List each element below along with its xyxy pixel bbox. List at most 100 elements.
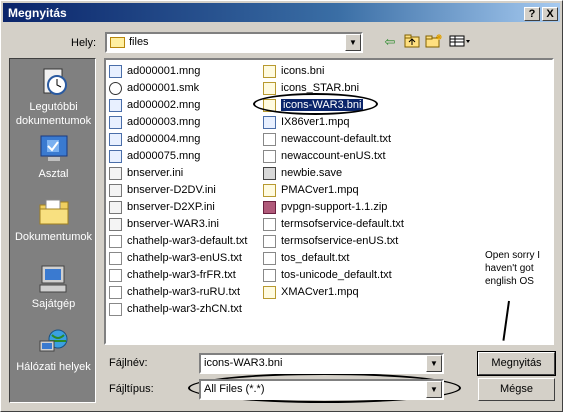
mng-file-icon — [109, 65, 122, 78]
place-recent-documents[interactable]: Legutóbbi dokumentumok — [10, 67, 97, 128]
mng-file-icon — [109, 99, 122, 112]
my-documents-icon — [38, 197, 70, 227]
filename-input[interactable]: icons-WAR3.bni — [204, 357, 282, 369]
file-name: termsofservice-enUS.txt — [281, 235, 399, 247]
window-title: Megnyitás — [8, 6, 67, 20]
file-name: IX86ver1.mpq — [281, 116, 350, 128]
file-name: tos_default.txt — [281, 252, 350, 264]
file-name: ad000003.mng — [127, 116, 201, 128]
my-computer-icon — [38, 264, 70, 294]
txt-file-icon — [109, 269, 122, 282]
place-my-computer[interactable]: Sajátgép — [10, 264, 97, 311]
txt-file-icon — [263, 218, 276, 231]
file-name: chathelp-war3-enUS.txt — [127, 252, 242, 264]
bni-file-icon — [263, 286, 276, 299]
filetype-combo[interactable]: All Files (*.*) ▼ — [199, 379, 444, 400]
ini-file-icon — [109, 201, 122, 214]
up-folder-icon[interactable] — [403, 34, 421, 50]
filetype-value: All Files (*.*) — [204, 383, 265, 395]
file-item[interactable]: ad000001.mng — [109, 63, 247, 80]
file-item[interactable]: bnserver.ini — [109, 165, 247, 182]
file-item[interactable]: icons.bni — [263, 63, 404, 80]
file-item[interactable]: ad000002.mng — [109, 97, 247, 114]
file-item[interactable]: PMACver1.mpq — [263, 182, 404, 199]
file-item[interactable]: chathelp-war3-zhCN.txt — [109, 301, 247, 318]
file-name: chathelp-war3-zhCN.txt — [127, 303, 242, 315]
smk-file-icon — [109, 82, 122, 95]
chevron-down-icon[interactable]: ▼ — [426, 381, 442, 398]
txt-file-icon — [109, 235, 122, 248]
open-button[interactable]: Megnyitás — [477, 351, 556, 376]
lookin-value: files — [129, 36, 149, 48]
file-item[interactable]: ad000003.mng — [109, 114, 247, 131]
annotation-note: Open sorry I haven't got english OS — [485, 250, 541, 287]
file-item[interactable]: chathelp-war3-frFR.txt — [109, 267, 247, 284]
file-name: bnserver-WAR3.ini — [127, 218, 219, 230]
file-item[interactable]: bnserver-D2XP.ini — [109, 199, 247, 216]
file-item[interactable]: newaccount-enUS.txt — [263, 148, 404, 165]
bni-file-icon — [263, 184, 276, 197]
file-name: bnserver.ini — [127, 167, 184, 179]
file-name: pvpgn-support-1.1.zip — [281, 201, 388, 213]
title-bar[interactable]: Megnyitás ? X — [3, 3, 560, 22]
file-item[interactable]: ad000004.mng — [109, 131, 247, 148]
file-item[interactable]: chathelp-war3-ruRU.txt — [109, 284, 247, 301]
file-item[interactable]: IX86ver1.mpq — [263, 114, 404, 131]
view-menu-icon[interactable] — [448, 34, 472, 50]
lookin-dropdown[interactable]: files ▼ — [105, 32, 363, 53]
file-name: termsofservice-default.txt — [281, 218, 404, 230]
chevron-down-icon[interactable]: ▼ — [345, 34, 361, 51]
txt-file-icon — [263, 150, 276, 163]
bni-file-icon — [263, 82, 276, 95]
file-name: newaccount-default.txt — [281, 133, 392, 145]
chevron-down-icon[interactable]: ▼ — [426, 355, 442, 372]
ini-file-icon — [109, 167, 122, 180]
file-name: chathelp-war3-ruRU.txt — [127, 286, 241, 298]
back-icon[interactable]: ⇦ — [381, 34, 399, 50]
file-item[interactable]: tos_default.txt — [263, 250, 404, 267]
file-item[interactable]: XMACver1.mpq — [263, 284, 404, 301]
help-button[interactable]: ? — [524, 7, 540, 21]
file-item[interactable]: tos-unicode_default.txt — [263, 267, 404, 284]
txt-file-icon — [109, 286, 122, 299]
close-button[interactable]: X — [542, 7, 558, 21]
file-item[interactable]: termsofservice-default.txt — [263, 216, 404, 233]
file-name: ad000001.smk — [127, 82, 200, 94]
file-name: icons.bni — [281, 65, 325, 77]
filename-label: Fájlnév: — [109, 357, 148, 369]
file-item[interactable]: ad000001.smk — [109, 80, 247, 97]
filename-combo[interactable]: icons-WAR3.bni ▼ — [199, 353, 444, 374]
txt-file-icon — [263, 133, 276, 146]
file-name: chathelp-war3-default.txt — [127, 235, 248, 247]
file-name: chathelp-war3-frFR.txt — [127, 269, 236, 281]
file-name: newbie.save — [281, 167, 343, 179]
file-item[interactable]: chathelp-war3-enUS.txt — [109, 250, 247, 267]
file-item[interactable]: bnserver-D2DV.ini — [109, 182, 247, 199]
file-item[interactable]: bnserver-WAR3.ini — [109, 216, 247, 233]
lookin-label: Hely: — [71, 37, 97, 49]
save-file-icon — [263, 167, 276, 180]
file-name: ad000002.mng — [127, 99, 201, 111]
file-column-1: ad000001.mng ad000001.smk ad000002.mng ad00… — [109, 63, 247, 318]
mng-file-icon — [109, 116, 122, 129]
file-name: bnserver-D2XP.ini — [127, 201, 215, 213]
file-item[interactable]: pvpgn-support-1.1.zip — [263, 199, 404, 216]
mng-file-icon — [263, 116, 276, 129]
place-desktop[interactable]: Asztal — [10, 134, 97, 181]
cancel-button[interactable]: Mégse — [478, 378, 555, 401]
file-item[interactable]: ad000075.mng — [109, 148, 247, 165]
network-places-icon — [38, 327, 70, 357]
file-item[interactable]: newaccount-default.txt — [263, 131, 404, 148]
place-network[interactable]: Hálózati helyek — [10, 327, 97, 374]
mng-file-icon — [109, 150, 122, 163]
file-name: bnserver-D2DV.ini — [127, 184, 216, 196]
ini-file-icon — [109, 218, 122, 231]
ini-file-icon — [109, 184, 122, 197]
open-dialog: Megnyitás ? X Hely: files ▼ ⇦ Legutóbbi … — [0, 0, 563, 412]
bni-file-icon — [263, 65, 276, 78]
place-my-documents[interactable]: Dokumentumok — [10, 197, 97, 244]
new-folder-icon[interactable] — [425, 34, 443, 50]
file-item[interactable]: chathelp-war3-default.txt — [109, 233, 247, 250]
file-item[interactable]: newbie.save — [263, 165, 404, 182]
file-item[interactable]: termsofservice-enUS.txt — [263, 233, 404, 250]
